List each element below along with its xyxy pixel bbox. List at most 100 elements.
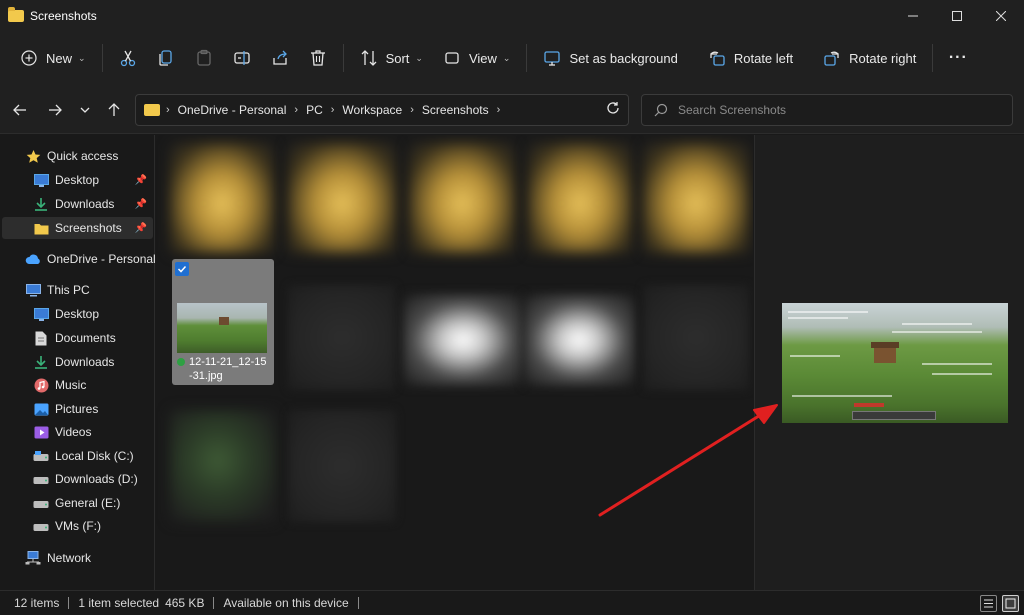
music-icon (33, 377, 49, 393)
drive-icon (33, 495, 49, 511)
arrow-left-icon (13, 104, 26, 116)
rotate-left-button[interactable]: Rotate left (698, 41, 803, 75)
sidebar-item-general-e[interactable]: General (E:) (33, 492, 153, 514)
pin-icon: 📌 (134, 198, 147, 210)
selected-file-tile[interactable]: 12-11-21_12-15 -31.jpg (172, 259, 274, 385)
status-divider (357, 597, 359, 609)
recent-locations-button[interactable] (73, 98, 97, 122)
details-view-button[interactable] (980, 595, 997, 612)
blurred-file-thumbnail[interactable] (170, 410, 276, 522)
toolbar-divider (101, 44, 103, 72)
blurred-folder-thumbnail[interactable] (528, 143, 632, 253)
sort-button[interactable]: Sort ⌄ (350, 41, 433, 75)
navigation-pane: Quick access Desktop 📌 Downloads 📌 Scree… (0, 135, 156, 590)
up-button[interactable] (102, 98, 126, 122)
toolbar-divider (342, 44, 344, 72)
blurred-folder-thumbnail[interactable] (170, 143, 274, 253)
sidebar-item-network[interactable]: Network (25, 547, 153, 569)
breadcrumb-workspace[interactable]: Workspace (342, 103, 402, 117)
chevron-down-icon: ⌄ (415, 52, 423, 63)
sidebar-item-label: Downloads (D:) (55, 472, 138, 486)
sidebar-item-onedrive[interactable]: OneDrive - Personal (25, 248, 156, 270)
sidebar-item-pc-desktop[interactable]: Desktop (33, 303, 153, 325)
refresh-button[interactable] (606, 101, 620, 118)
sidebar-item-label: Local Disk (C:) (55, 449, 134, 463)
sync-status-icon (177, 358, 185, 367)
sidebar-item-documents[interactable]: Documents (33, 327, 153, 349)
minimize-button[interactable] (890, 0, 936, 32)
large-icons-view-icon (1005, 598, 1016, 609)
share-button[interactable] (261, 41, 299, 75)
sidebar-item-this-pc[interactable]: This PC (25, 279, 153, 301)
blurred-folder-thumbnail[interactable] (643, 143, 749, 253)
cut-button[interactable] (109, 41, 147, 75)
more-options-button[interactable]: ··· (939, 41, 977, 75)
sidebar-item-downloads[interactable]: Downloads 📌 (33, 193, 153, 215)
forward-button[interactable] (43, 98, 67, 122)
blurred-file-thumbnail[interactable] (643, 285, 749, 390)
paste-icon (195, 49, 213, 67)
title-bar: Screenshots (0, 0, 1024, 32)
preview-detail (788, 317, 848, 319)
sidebar-item-local-disk-c[interactable]: Local Disk (C:) (33, 445, 153, 467)
sidebar-item-label: Desktop (55, 173, 100, 187)
more-options-icon: ··· (948, 49, 968, 66)
new-button[interactable]: New ⌄ (10, 41, 96, 75)
large-icons-view-button[interactable] (1002, 595, 1019, 612)
sidebar-item-label: Network (47, 551, 92, 565)
desktop-background-icon (543, 49, 561, 67)
blurred-folder-thumbnail[interactable] (288, 143, 396, 253)
download-icon (33, 196, 49, 212)
copy-button[interactable] (147, 41, 185, 75)
rotate-left-icon (708, 49, 726, 67)
selection-count: 1 item selected (78, 596, 160, 610)
delete-button[interactable] (299, 41, 337, 75)
folder-icon (144, 104, 160, 116)
close-button[interactable] (978, 0, 1024, 32)
paste-button[interactable] (185, 41, 223, 75)
sidebar-item-pictures[interactable]: Pictures (33, 398, 153, 420)
sidebar-item-pc-downloads[interactable]: Downloads (33, 351, 153, 373)
sidebar-item-music[interactable]: Music (33, 374, 153, 396)
star-icon (25, 148, 41, 164)
sidebar-item-label: Documents (55, 331, 116, 345)
search-icon (654, 103, 668, 117)
rotate-right-button[interactable]: Rotate right (813, 41, 926, 75)
sidebar-item-desktop[interactable]: Desktop 📌 (33, 169, 153, 191)
set-as-background-button[interactable]: Set as background (533, 41, 687, 75)
selection-checkbox[interactable] (175, 262, 189, 276)
sidebar-item-videos[interactable]: Videos (33, 421, 153, 443)
pc-icon (25, 282, 41, 298)
videos-icon (33, 424, 49, 440)
sidebar-item-label: VMs (F:) (55, 519, 101, 533)
blurred-file-thumbnail[interactable] (524, 295, 634, 385)
breadcrumb-screenshots[interactable]: Screenshots (422, 103, 489, 117)
back-button[interactable] (8, 98, 32, 122)
preview-detail (932, 373, 992, 375)
sidebar-item-quick-access[interactable]: Quick access (25, 145, 153, 167)
view-button[interactable]: View ⌄ (433, 41, 521, 75)
sidebar-item-vms-f[interactable]: VMs (F:) (33, 515, 153, 537)
sort-icon (360, 49, 378, 67)
blurred-file-thumbnail[interactable] (404, 295, 522, 385)
sidebar-item-screenshots[interactable]: Screenshots 📌 (2, 217, 153, 239)
breadcrumb-onedrive[interactable]: OneDrive - Personal (178, 103, 287, 117)
thumbnail-structure (219, 317, 229, 325)
blurred-folder-thumbnail[interactable] (409, 143, 515, 253)
search-input[interactable] (678, 103, 998, 117)
file-name: 12-11-21_12-15 -31.jpg (177, 355, 271, 383)
search-box[interactable] (641, 94, 1013, 126)
address-bar[interactable]: › OneDrive - Personal › PC › Workspace ›… (135, 94, 629, 126)
drive-icon (33, 518, 49, 534)
blurred-file-thumbnail[interactable] (288, 285, 396, 390)
blurred-file-thumbnail[interactable] (288, 410, 396, 522)
sidebar-item-label: Downloads (55, 197, 115, 211)
image-preview (782, 303, 1008, 423)
maximize-button[interactable] (934, 0, 980, 32)
sidebar-item-downloads-d[interactable]: Downloads (D:) (33, 468, 153, 490)
breadcrumb-pc[interactable]: PC (306, 103, 323, 117)
breadcrumb-separator: › (496, 104, 501, 116)
details-view-icon (984, 599, 993, 608)
rename-button[interactable] (223, 41, 261, 75)
sort-label: Sort (385, 50, 410, 66)
